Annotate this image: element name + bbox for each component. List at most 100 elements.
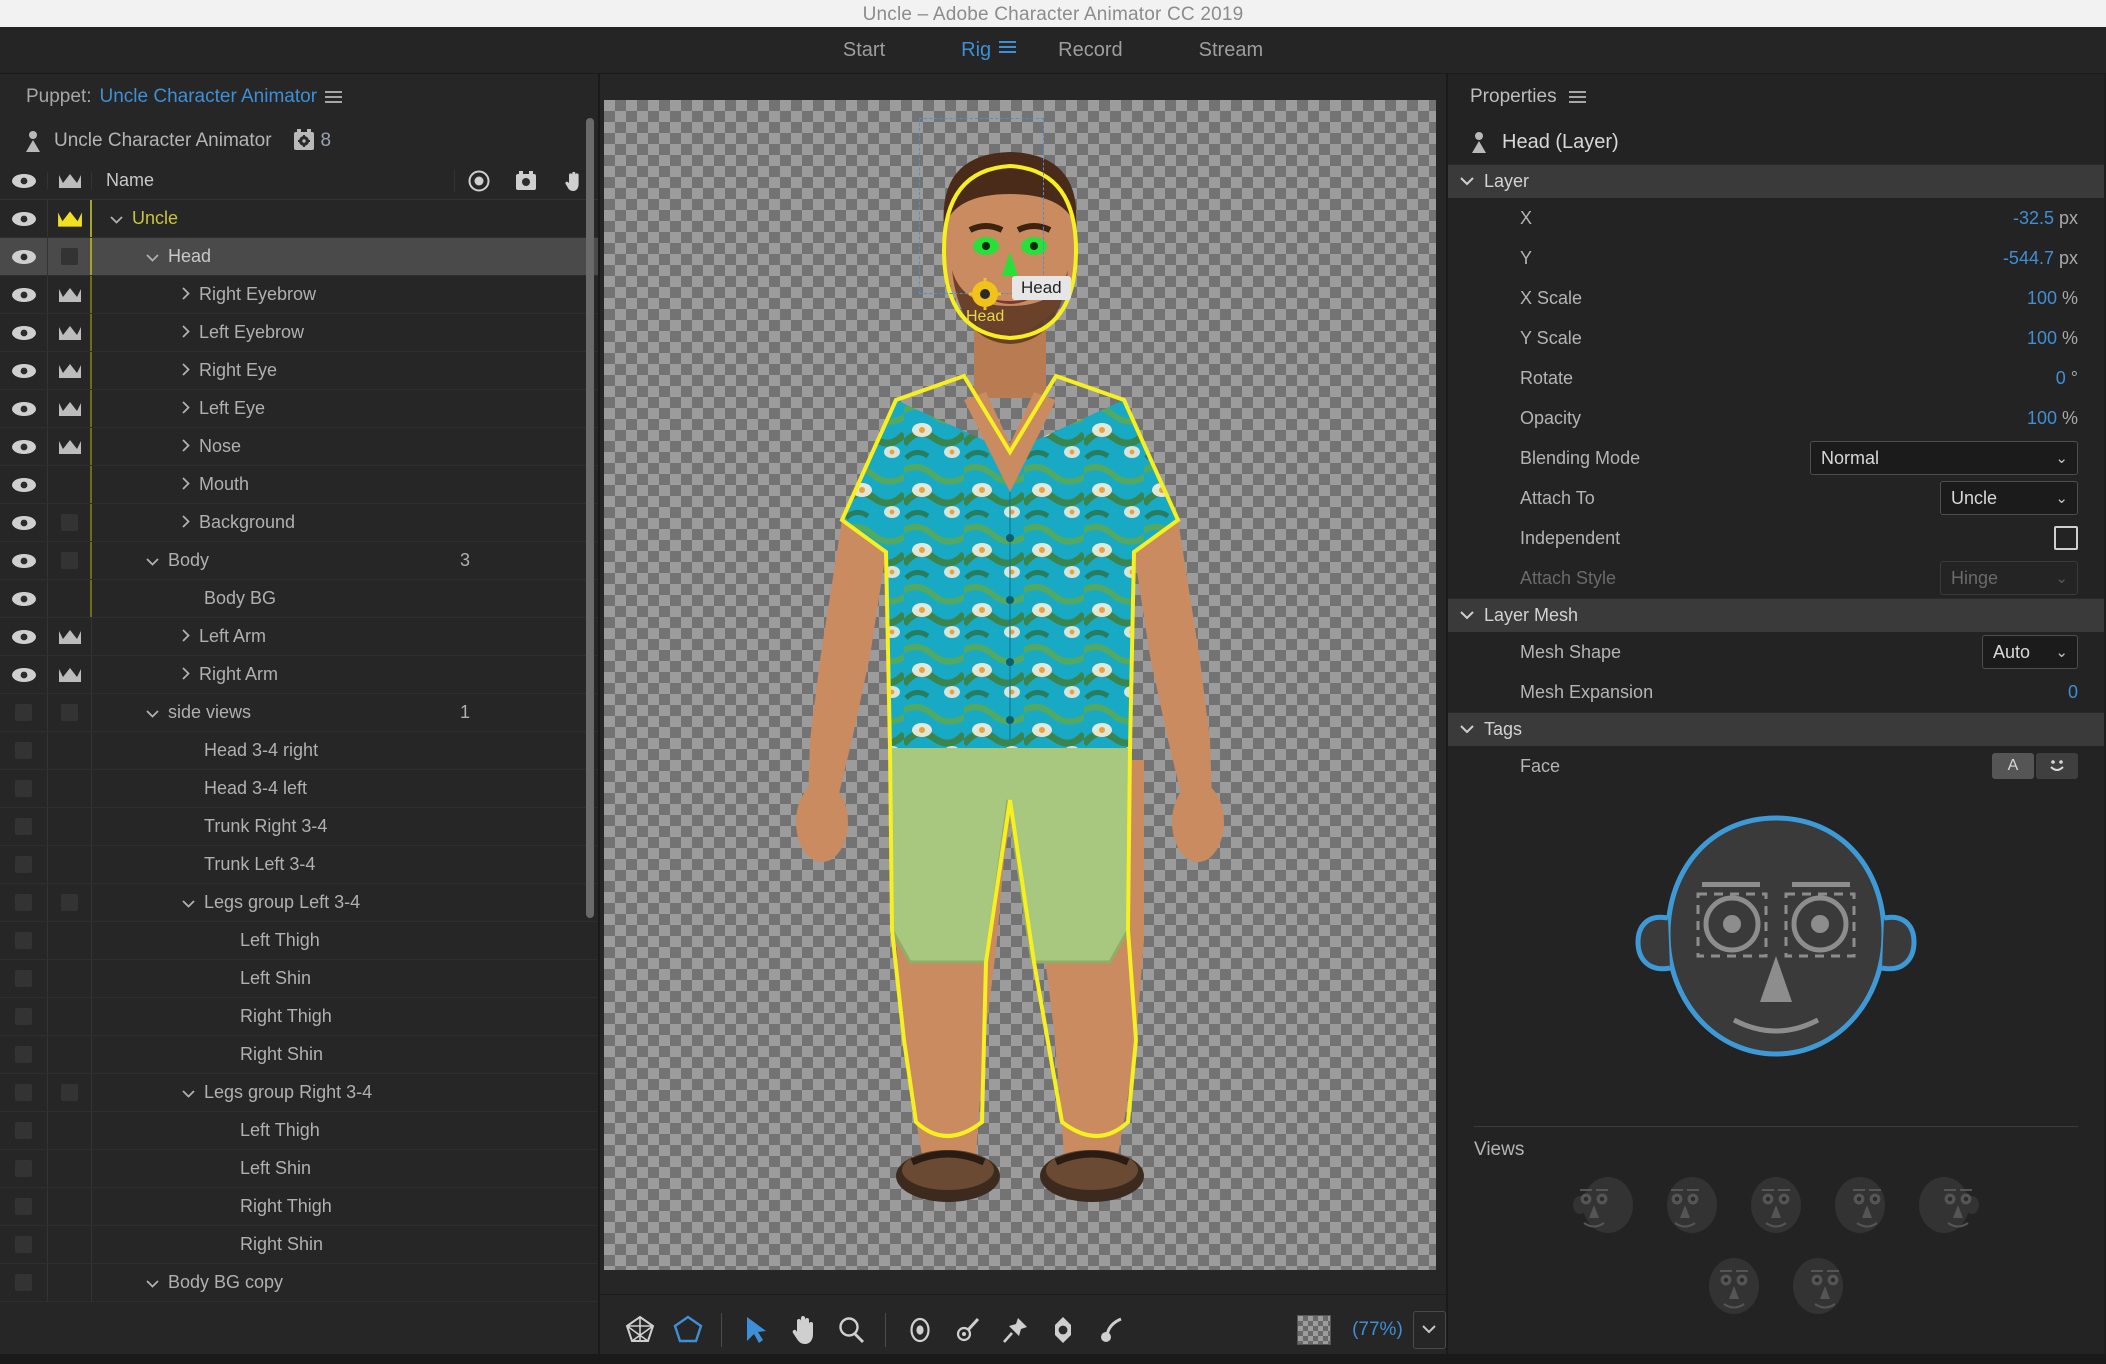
tag-letter-a-button[interactable]: A xyxy=(1992,753,2034,779)
layer-crown-toggle[interactable] xyxy=(47,656,92,693)
property-value[interactable]: -544.7 px xyxy=(2003,248,2078,269)
layer-visibility-toggle[interactable] xyxy=(0,1264,47,1301)
layer-name-cell[interactable]: Body xyxy=(92,550,454,571)
zoom-dropdown-button[interactable] xyxy=(1412,1310,1446,1349)
layer-twirl-icon[interactable] xyxy=(218,930,231,951)
property-dropdown[interactable]: Auto ⌄ xyxy=(1982,635,2078,669)
layer-row[interactable]: Background xyxy=(0,504,598,542)
visibility-checkbox[interactable] xyxy=(15,970,32,987)
layer-crown-toggle[interactable] xyxy=(47,1112,92,1149)
layer-row[interactable]: Left Thigh xyxy=(0,1112,598,1150)
layer-crown-toggle[interactable] xyxy=(47,732,92,769)
layer-crown-toggle[interactable] xyxy=(47,238,92,275)
layer-name-cell[interactable]: Right Thigh xyxy=(92,1196,454,1217)
layer-twirl-icon[interactable] xyxy=(182,398,190,419)
crown-checkbox[interactable] xyxy=(61,894,78,911)
layer-twirl-icon[interactable] xyxy=(182,1082,195,1103)
layer-row[interactable]: Head 3-4 right xyxy=(0,732,598,770)
layer-name-cell[interactable]: Nose xyxy=(92,436,454,457)
layer-twirl-icon[interactable] xyxy=(182,360,190,381)
layer-name-cell[interactable]: Left Thigh xyxy=(92,1120,454,1141)
layer-twirl-icon[interactable] xyxy=(218,968,231,989)
zoom-level-label[interactable]: (77%) xyxy=(1352,1319,1403,1341)
property-dropdown[interactable]: Uncle ⌄ xyxy=(1940,481,2078,515)
layer-name-cell[interactable]: Mouth xyxy=(92,474,454,495)
mesh-tool-button[interactable] xyxy=(616,1304,664,1356)
layer-visibility-toggle[interactable] xyxy=(0,542,47,579)
layer-crown-toggle[interactable] xyxy=(47,200,92,237)
layer-name-cell[interactable]: Left Thigh xyxy=(92,930,454,951)
layer-row[interactable]: Trunk Left 3-4 xyxy=(0,846,598,884)
crown-checkbox[interactable] xyxy=(61,514,78,531)
layer-name-cell[interactable]: Left Shin xyxy=(92,968,454,989)
layer-crown-toggle[interactable] xyxy=(47,276,92,313)
layer-name-cell[interactable]: Background xyxy=(92,512,454,533)
layer-crown-toggle[interactable] xyxy=(47,542,92,579)
face-tag-preview[interactable] xyxy=(1448,786,2104,1116)
visibility-checkbox[interactable] xyxy=(15,818,32,835)
layer-crown-toggle[interactable] xyxy=(47,580,92,617)
tab-stream[interactable]: Stream xyxy=(1161,27,1301,74)
column-name-header[interactable]: Name xyxy=(92,170,454,191)
layer-name-cell[interactable]: Left Shin xyxy=(92,1158,454,1179)
layer-row[interactable]: Right Shin xyxy=(0,1036,598,1074)
layer-visibility-toggle[interactable] xyxy=(0,884,47,921)
head-selection-box[interactable] xyxy=(919,118,1044,294)
layer-crown-toggle[interactable] xyxy=(47,1150,92,1187)
workspace-menu-icon[interactable] xyxy=(999,27,1020,74)
hand-tool-button[interactable] xyxy=(780,1304,828,1356)
layer-visibility-toggle[interactable] xyxy=(0,352,47,389)
layer-row[interactable]: Left Shin xyxy=(0,1150,598,1188)
visibility-checkbox[interactable] xyxy=(15,1008,32,1025)
view-thumbnail[interactable] xyxy=(1909,1169,1979,1244)
layer-row[interactable]: Mouth xyxy=(0,466,598,504)
column-visibility-icon[interactable] xyxy=(0,173,47,189)
layer-twirl-icon[interactable] xyxy=(110,208,123,229)
layer-row[interactable]: Right Eyebrow xyxy=(0,276,598,314)
stick-tool-button[interactable] xyxy=(992,1304,1040,1356)
layer-name-cell[interactable]: Right Thigh xyxy=(92,1006,454,1027)
layer-visibility-toggle[interactable] xyxy=(0,770,47,807)
layer-twirl-icon[interactable] xyxy=(218,1234,231,1255)
layer-row[interactable]: Nose xyxy=(0,428,598,466)
visibility-checkbox[interactable] xyxy=(15,1084,32,1101)
layer-row[interactable]: Head 3-4 left xyxy=(0,770,598,808)
layer-visibility-toggle[interactable] xyxy=(0,1226,47,1263)
layer-row[interactable]: Right Eye xyxy=(0,352,598,390)
layer-twirl-icon[interactable] xyxy=(182,322,190,343)
layer-crown-toggle[interactable] xyxy=(47,960,92,997)
dangle-tool-button[interactable] xyxy=(1039,1304,1087,1356)
layer-row[interactable]: Right Thigh xyxy=(0,998,598,1036)
layer-visibility-toggle[interactable] xyxy=(0,732,47,769)
layer-crown-toggle[interactable] xyxy=(47,884,92,921)
layer-name-cell[interactable]: Left Arm xyxy=(92,626,454,647)
layer-row[interactable]: Right Shin xyxy=(0,1226,598,1264)
section-layer-mesh-header[interactable]: Layer Mesh xyxy=(1448,598,2104,632)
layer-twirl-icon[interactable] xyxy=(182,474,190,495)
artboard[interactable]: Head Head xyxy=(604,100,1436,1270)
zoom-tool-button[interactable] xyxy=(828,1304,876,1356)
property-value[interactable]: 100 % xyxy=(2027,288,2078,309)
puppet-panel-menu-icon[interactable] xyxy=(325,88,343,106)
layer-row[interactable]: Legs group Left 3-4 xyxy=(0,884,598,922)
layer-crown-toggle[interactable] xyxy=(47,1074,92,1111)
layer-visibility-toggle[interactable] xyxy=(0,1112,47,1149)
layer-name-cell[interactable]: Left Eye xyxy=(92,398,454,419)
layer-name-cell[interactable]: Left Eyebrow xyxy=(92,322,454,343)
layer-visibility-toggle[interactable] xyxy=(0,314,47,351)
layer-twirl-icon[interactable] xyxy=(182,512,190,533)
layer-row[interactable]: Trunk Right 3-4 xyxy=(0,808,598,846)
visibility-checkbox[interactable] xyxy=(15,1160,32,1177)
layer-name-cell[interactable]: Trunk Left 3-4 xyxy=(92,854,454,875)
layer-twirl-icon[interactable] xyxy=(146,246,159,267)
layer-name-cell[interactable]: Uncle xyxy=(92,208,454,229)
layer-name-cell[interactable]: Right Shin xyxy=(92,1044,454,1065)
layer-row[interactable]: Legs group Right 3-4 xyxy=(0,1074,598,1112)
crown-checkbox[interactable] xyxy=(61,552,78,569)
layer-name-cell[interactable]: Head xyxy=(92,246,454,267)
column-record-icon[interactable] xyxy=(454,169,502,192)
layer-twirl-icon[interactable] xyxy=(146,550,159,571)
layer-name-cell[interactable]: side views xyxy=(92,702,454,723)
layer-visibility-toggle[interactable] xyxy=(0,1150,47,1187)
layer-crown-toggle[interactable] xyxy=(47,770,92,807)
